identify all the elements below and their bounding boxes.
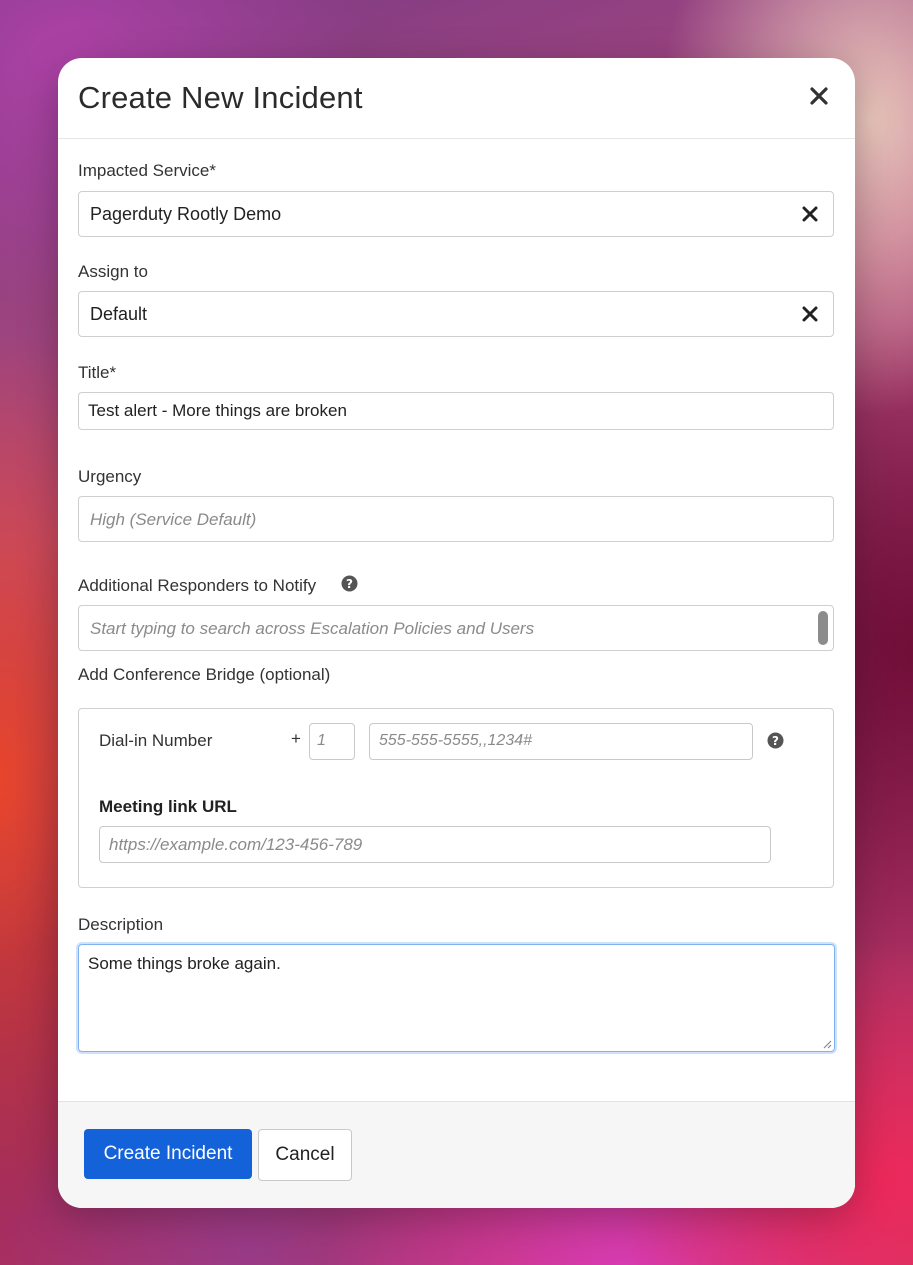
conference-bridge-panel: Dial-in Number + 1 555-555-5555,,1234# ?…: [78, 708, 834, 888]
urgency-label: Urgency: [78, 467, 142, 486]
country-code-placeholder: 1: [317, 732, 326, 749]
assign-to-value: Default: [90, 304, 148, 324]
dial-in-label: Dial-in Number: [99, 731, 213, 750]
title-label: Title*: [78, 363, 117, 382]
description-label: Description: [78, 915, 164, 934]
impacted-service-select[interactable]: Pagerduty Rootly Demo: [78, 191, 834, 237]
clear-icon[interactable]: [801, 305, 819, 323]
meeting-link-input[interactable]: https://example.com/123-456-789: [99, 826, 771, 863]
assign-to-select[interactable]: Default: [78, 291, 834, 337]
modal-footer: Create Incident Cancel: [58, 1101, 855, 1208]
help-icon[interactable]: ?: [341, 575, 358, 592]
create-incident-button[interactable]: Create Incident: [84, 1129, 252, 1179]
urgency-select[interactable]: High (Service Default): [78, 496, 834, 542]
title-input-value: Test alert - More things are broken: [88, 401, 347, 420]
country-code-input[interactable]: 1: [309, 723, 355, 760]
responders-label: Additional Responders to Notify: [78, 576, 317, 595]
svg-text:?: ?: [772, 734, 779, 748]
close-icon[interactable]: [807, 84, 831, 108]
svg-text:?: ?: [346, 577, 353, 591]
meeting-link-placeholder: https://example.com/123-456-789: [109, 835, 363, 854]
help-icon[interactable]: ?: [767, 732, 784, 749]
urgency-placeholder: High (Service Default): [90, 510, 257, 529]
dial-in-number-input[interactable]: 555-555-5555,,1234#: [369, 723, 753, 760]
assign-to-label: Assign to: [78, 262, 148, 281]
cancel-button[interactable]: Cancel: [258, 1129, 352, 1181]
clear-icon[interactable]: [801, 205, 819, 223]
resize-grip-icon[interactable]: [822, 1039, 832, 1049]
impacted-service-value: Pagerduty Rootly Demo: [90, 204, 282, 224]
modal-title: Create New Incident: [78, 80, 363, 115]
responders-placeholder: Start typing to search across Escalation…: [90, 619, 535, 638]
description-value: Some things broke again.: [88, 954, 281, 973]
meeting-link-label: Meeting link URL: [99, 797, 237, 816]
modal-header: Create New Incident: [58, 58, 855, 139]
title-input[interactable]: Test alert - More things are broken: [78, 392, 834, 430]
description-textarea[interactable]: Some things broke again.: [78, 944, 835, 1052]
responders-search-input[interactable]: Start typing to search across Escalation…: [78, 605, 834, 651]
create-incident-modal: Create New Incident Impacted Service* Pa…: [58, 58, 855, 1208]
dial-in-number-placeholder: 555-555-5555,,1234#: [379, 732, 533, 749]
impacted-service-label: Impacted Service*: [78, 161, 216, 180]
conference-bridge-label: Add Conference Bridge (optional): [78, 665, 331, 684]
scrollbar[interactable]: [818, 611, 828, 645]
plus-sign: +: [291, 729, 301, 748]
